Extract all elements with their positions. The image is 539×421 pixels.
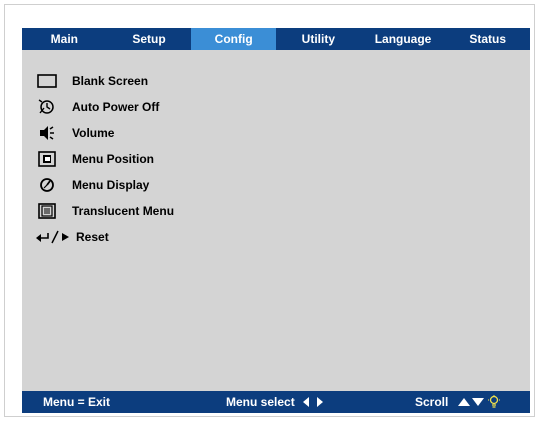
select-hint: Menu select	[226, 391, 323, 413]
menu-item-label: Translucent Menu	[72, 204, 175, 218]
tab-utility[interactable]: Utility	[276, 28, 361, 50]
reset-icon	[34, 228, 72, 246]
menu-position-icon	[36, 150, 58, 168]
blank-screen-icon	[36, 72, 58, 90]
menu-item-translucent-menu[interactable]: Translucent Menu	[36, 198, 174, 224]
translucent-menu-icon	[36, 202, 58, 220]
menu-display-icon	[36, 176, 58, 194]
left-right-arrows-icon	[302, 397, 323, 407]
up-down-arrows-icon	[458, 398, 485, 406]
menu-item-label: Reset	[76, 230, 109, 244]
menu-item-menu-position[interactable]: Menu Position	[36, 146, 174, 172]
window-frame: Main Setup Config Utility Language Statu…	[4, 4, 535, 417]
menu-item-menu-display[interactable]: Menu Display	[36, 172, 174, 198]
menu-item-label: Volume	[72, 126, 115, 140]
menu-item-label: Blank Screen	[72, 74, 149, 88]
tab-main[interactable]: Main	[22, 28, 107, 50]
menu-item-auto-power-off[interactable]: Auto Power Off	[36, 94, 174, 120]
tab-config[interactable]: Config	[191, 28, 277, 50]
scroll-hint-label: Scroll	[415, 395, 449, 409]
menu-item-label: Menu Position	[72, 152, 154, 166]
tab-setup[interactable]: Setup	[107, 28, 192, 50]
tab-language[interactable]: Language	[361, 28, 446, 50]
tab-bar: Main Setup Config Utility Language Statu…	[22, 28, 530, 50]
select-hint-label: Menu select	[226, 395, 295, 409]
footer-bar: Menu = Exit Menu select Scroll	[22, 391, 530, 413]
auto-power-off-icon	[36, 98, 58, 116]
menu-item-reset[interactable]: Reset	[36, 224, 174, 250]
menu-item-label: Auto Power Off	[72, 100, 160, 114]
exit-hint: Menu = Exit	[43, 395, 111, 409]
config-menu: Blank Screen Auto Power Off Volume Menu …	[36, 68, 174, 250]
menu-item-blank-screen[interactable]: Blank Screen	[36, 68, 174, 94]
bulb-icon	[488, 395, 501, 408]
volume-icon	[36, 124, 58, 142]
menu-item-label: Menu Display	[72, 178, 150, 192]
tab-status[interactable]: Status	[445, 28, 530, 50]
menu-item-volume[interactable]: Volume	[36, 120, 174, 146]
osd-menu-panel: Main Setup Config Utility Language Statu…	[22, 28, 530, 413]
scroll-hint: Scroll	[415, 391, 501, 413]
